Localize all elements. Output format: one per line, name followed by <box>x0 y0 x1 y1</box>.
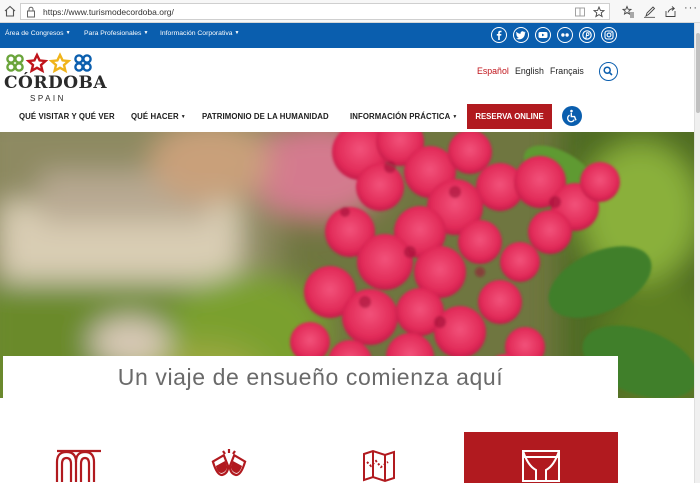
search-icon <box>603 66 613 76</box>
flickr-icon <box>561 33 569 37</box>
topnav-item-congresos[interactable]: Área de Congresos ▼ <box>5 30 71 37</box>
tagline-banner: Un viaje de ensueño comienza aquí <box>3 356 618 398</box>
caret-down-icon: ▼ <box>452 114 458 120</box>
page-scrollbar[interactable] <box>694 23 700 483</box>
logo-subtitle: SPAIN <box>30 94 66 103</box>
mainnav-que-hacer[interactable]: QUÉ HACER ▼ <box>131 112 186 121</box>
mainnav-que-visitar[interactable]: QUÉ VISITAR Y QUÉ VER <box>19 112 115 121</box>
hero-tagline: Un viaje de ensueño comienza aquí <box>117 364 504 390</box>
mainnav-item-label: QUÉ HACER <box>131 112 179 121</box>
topnav-item-profesionales[interactable]: Para Profesionales ▼ <box>84 30 148 37</box>
topnav-item-label: Información Corporativa <box>160 30 233 37</box>
wheelchair-icon <box>567 109 577 123</box>
youtube-link[interactable] <box>535 27 551 43</box>
search-button[interactable] <box>599 62 618 81</box>
top-utility-bar: Área de Congresos ▼ Para Profesionales ▼ I… <box>0 23 694 48</box>
topnav-item-label: Para Profesionales <box>84 30 142 37</box>
address-bar[interactable]: https://www.turismodecordoba.org/ <box>20 3 610 20</box>
tile-culture[interactable] <box>464 432 618 483</box>
url-text[interactable]: https://www.turismodecordoba.org/ <box>43 6 174 18</box>
twitter-icon <box>516 31 526 40</box>
mainnav-patrimonio[interactable]: PATRIMONIO DE LA HUMANIDAD <box>202 112 329 121</box>
pinterest-link[interactable] <box>579 27 595 43</box>
language-en[interactable]: English <box>515 66 544 76</box>
facebook-icon <box>496 30 502 40</box>
instagram-link[interactable] <box>601 27 617 43</box>
caret-down-icon: ▼ <box>234 30 240 36</box>
tile-gastronomy[interactable] <box>154 432 304 483</box>
instagram-icon <box>604 30 614 40</box>
youtube-icon <box>538 32 548 38</box>
language-fr[interactable]: Français <box>550 66 584 76</box>
theater-icon <box>522 450 560 482</box>
mainnav-item-label: INFORMACIÓN PRÁCTICA <box>350 112 451 121</box>
more-options-icon[interactable]: ··· <box>684 2 698 14</box>
pinterest-icon <box>582 30 592 40</box>
pen-icon[interactable] <box>643 5 656 18</box>
mainnav-informacion-practica[interactable]: INFORMACIÓN PRÁCTICA ▼ <box>350 112 457 121</box>
logo-wordmark[interactable]: CÓRDOBA <box>4 73 107 93</box>
caret-down-icon: ▼ <box>65 30 71 36</box>
caret-down-icon: ▼ <box>180 114 186 120</box>
topnav-item-label: Área de Congresos <box>5 30 64 37</box>
cordoba-logo-marks[interactable] <box>4 52 96 74</box>
accessibility-button[interactable] <box>562 106 582 126</box>
favorites-list-icon[interactable] <box>622 5 635 18</box>
flickr-link[interactable] <box>557 27 573 43</box>
tile-routes[interactable] <box>304 432 454 483</box>
wine-toast-icon <box>211 449 247 477</box>
topnav-item-corporativa[interactable]: Información Corporativa ▼ <box>160 30 240 37</box>
facebook-link[interactable] <box>491 27 507 43</box>
browser-toolbar: https://www.turismodecordoba.org/ ··· <box>0 0 700 23</box>
favorite-star-icon[interactable] <box>593 6 605 18</box>
reading-view-icon[interactable] <box>575 7 585 17</box>
home-icon[interactable] <box>3 4 17 18</box>
reserve-online-button[interactable]: RESERVA ONLINE <box>467 104 552 129</box>
tile-monuments[interactable] <box>4 432 154 483</box>
share-icon[interactable] <box>664 5 677 18</box>
scrollbar-thumb[interactable] <box>696 33 700 113</box>
language-es[interactable]: Español <box>477 66 509 76</box>
caret-down-icon: ▼ <box>143 30 149 36</box>
arches-icon <box>55 449 101 482</box>
map-icon <box>363 449 395 483</box>
lock-icon <box>27 6 35 18</box>
twitter-link[interactable] <box>513 27 529 43</box>
